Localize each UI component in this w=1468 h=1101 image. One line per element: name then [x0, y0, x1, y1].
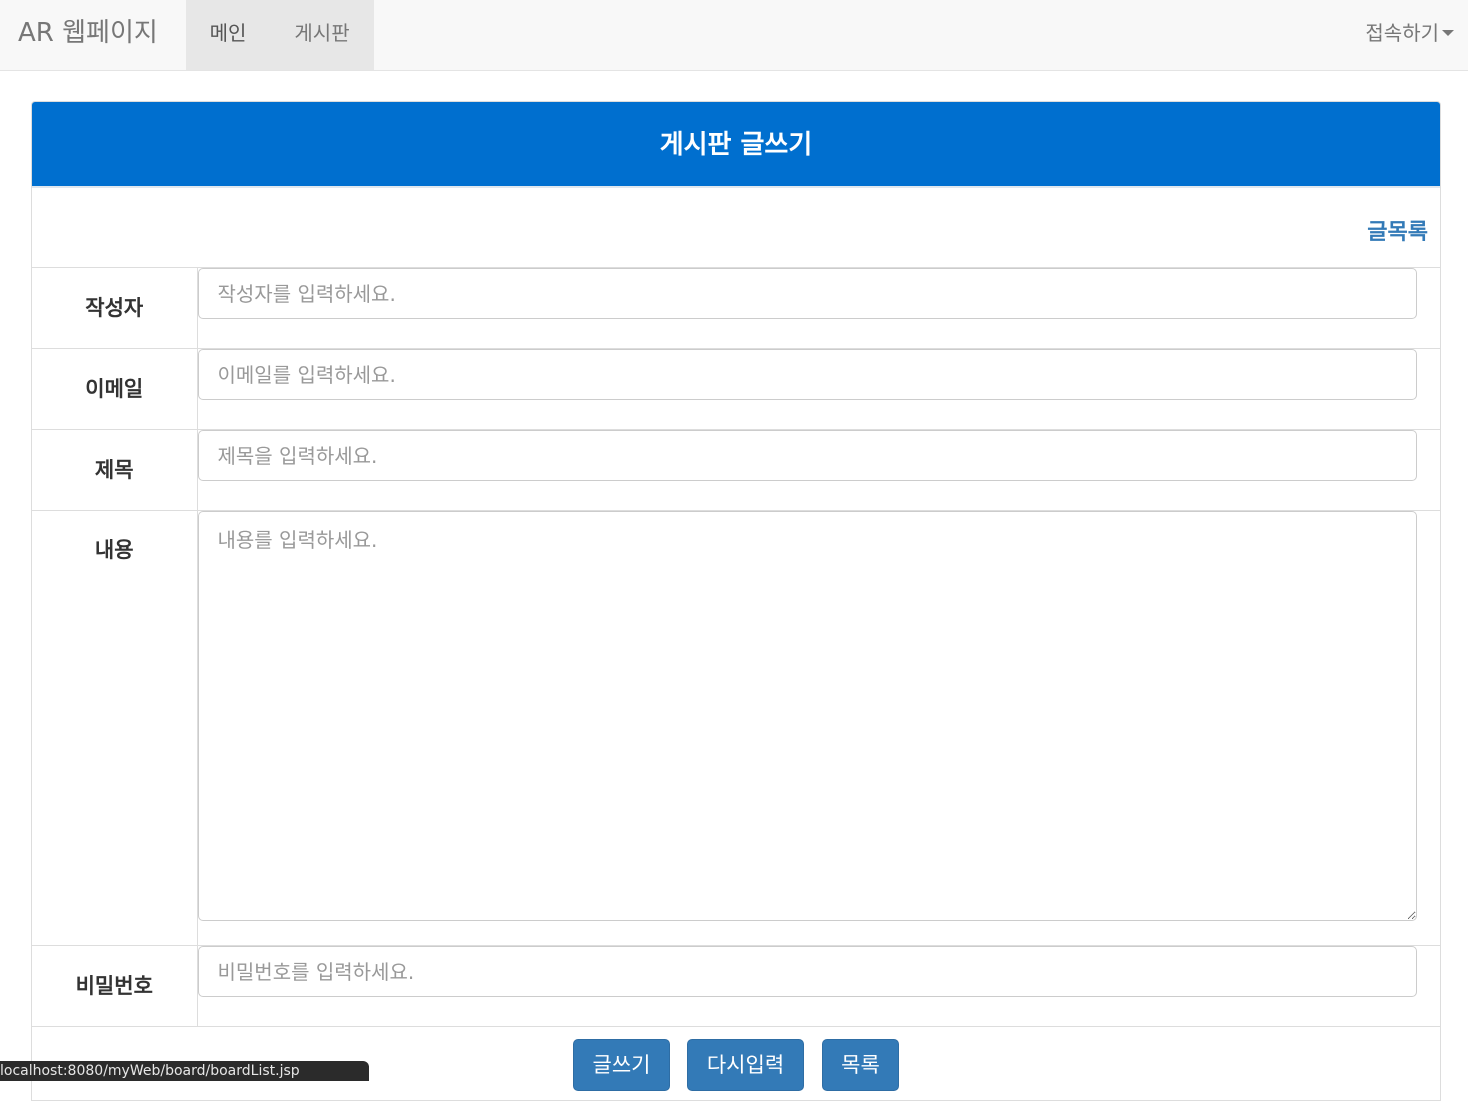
- form-row-content: 내용: [32, 510, 1440, 946]
- nav-item-board[interactable]: 게시판: [270, 0, 374, 70]
- form-row-subject: 제목: [32, 429, 1440, 511]
- email-input[interactable]: [197, 349, 1417, 400]
- brand-link[interactable]: AR 웹페이지: [18, 0, 158, 70]
- list-button[interactable]: 목록: [822, 1039, 899, 1091]
- password-label: 비밀번호: [32, 945, 198, 1027]
- connect-dropdown-label: 접속하기: [1365, 21, 1439, 45]
- connect-dropdown[interactable]: 접속하기: [1365, 0, 1454, 70]
- list-link[interactable]: 글목록: [1367, 214, 1428, 246]
- email-label: 이메일: [32, 348, 198, 430]
- reset-button[interactable]: 다시입력: [687, 1039, 804, 1091]
- subject-label: 제목: [32, 429, 198, 511]
- writer-input[interactable]: [197, 268, 1417, 319]
- form-row-email: 이메일: [32, 348, 1440, 430]
- list-link-row: 글목록: [32, 188, 1440, 268]
- write-panel: 게시판 글쓰기 글목록 작성자 이메일 제목 내용: [31, 101, 1441, 1101]
- navbar: AR 웹페이지 메인 게시판 접속하기: [0, 0, 1468, 71]
- panel-title: 게시판 글쓰기: [32, 102, 1440, 188]
- nav-item-main[interactable]: 메인: [186, 0, 270, 70]
- write-button[interactable]: 글쓰기: [573, 1039, 670, 1091]
- form-row-writer: 작성자: [32, 268, 1440, 349]
- caret-down-icon: [1442, 30, 1454, 36]
- subject-input[interactable]: [197, 430, 1417, 481]
- content-label: 내용: [32, 510, 198, 946]
- link-status-bar: localhost:8080/myWeb/board/boardList.jsp: [0, 1061, 369, 1081]
- password-input[interactable]: [197, 946, 1417, 997]
- form-row-password: 비밀번호: [32, 945, 1440, 1027]
- writer-label: 작성자: [32, 268, 198, 349]
- content-textarea[interactable]: [197, 511, 1417, 921]
- write-form: 작성자 이메일 제목 내용 비밀번호: [32, 268, 1440, 1027]
